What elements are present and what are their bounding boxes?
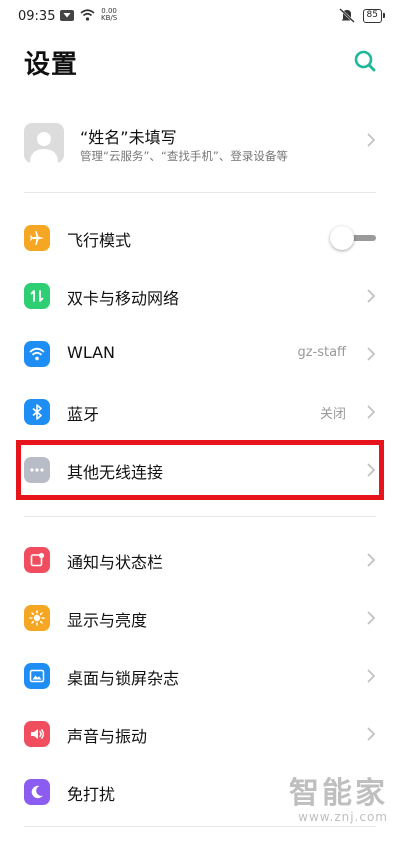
search-button[interactable]	[352, 48, 378, 74]
avatar	[24, 123, 64, 163]
wallpaper-icon	[24, 663, 50, 689]
chevron-right-icon	[367, 133, 376, 147]
moon-icon	[24, 779, 50, 805]
settings-item-airplane[interactable]: 飞行模式	[0, 210, 400, 266]
settings-item-label: WLAN	[67, 343, 116, 362]
settings-item-sim[interactable]: 双卡与移动网络	[0, 268, 400, 324]
chevron-right-icon	[367, 553, 376, 567]
bluetooth-status: 关闭	[319, 407, 346, 422]
airplane-mode-toggle[interactable]	[330, 226, 376, 250]
notification-icon	[60, 9, 74, 21]
profile-subtitle: 管理“云服务”、“查找手机”、登录设备等	[80, 149, 288, 163]
settings-item-label: 声音与振动	[67, 727, 148, 746]
settings-item-label: 显示与亮度	[67, 611, 148, 630]
page-title: 设置	[24, 50, 79, 80]
brightness-icon	[24, 605, 50, 631]
settings-item-label: 双卡与移动网络	[67, 289, 180, 308]
notification-bar-icon	[24, 547, 50, 573]
chevron-right-icon	[367, 289, 376, 303]
status-time: 09:35	[18, 9, 56, 24]
settings-item-notification[interactable]: 通知与状态栏	[0, 532, 400, 588]
user-placeholder-icon	[30, 132, 58, 163]
wlan-network-name: gz-staff	[297, 345, 346, 360]
settings-item-wlan[interactable]: WLAN gz-staff	[0, 326, 400, 382]
highlight-box	[16, 440, 384, 500]
bluetooth-icon	[24, 399, 50, 425]
search-icon	[354, 50, 376, 72]
divider	[24, 826, 376, 827]
sound-icon	[24, 721, 50, 747]
account-profile-row[interactable]: “姓名”未填写 管理“云服务”、“查找手机”、登录设备等	[0, 112, 400, 176]
divider	[24, 516, 376, 517]
chevron-right-icon	[367, 727, 376, 741]
settings-item-label: 蓝牙	[67, 405, 100, 424]
sim-network-icon	[24, 283, 50, 309]
network-speed: 0.00 KB/S	[101, 7, 118, 22]
battery-icon: 85	[362, 8, 386, 23]
status-bar: 09:35 0.00 KB/S 85	[0, 0, 400, 32]
settings-item-sound[interactable]: 声音与振动	[0, 706, 400, 762]
settings-item-label: 免打扰	[67, 785, 116, 804]
mute-icon	[338, 8, 355, 23]
airplane-icon	[24, 225, 50, 251]
watermark-url: www.znj.com	[298, 810, 388, 824]
settings-item-label: 通知与状态栏	[67, 553, 164, 572]
settings-item-desktop[interactable]: 桌面与锁屏杂志	[0, 648, 400, 704]
watermark-logo-text: 智能家	[289, 776, 388, 811]
divider	[24, 192, 376, 193]
settings-item-label: 桌面与锁屏杂志	[67, 669, 180, 688]
watermark: 智能家 www.znj.com	[289, 776, 388, 825]
wifi-icon	[80, 9, 95, 21]
wifi-icon	[24, 341, 50, 367]
chevron-right-icon	[367, 347, 376, 361]
chevron-right-icon	[367, 611, 376, 625]
chevron-right-icon	[367, 405, 376, 419]
settings-item-display[interactable]: 显示与亮度	[0, 590, 400, 646]
settings-item-bluetooth[interactable]: 蓝牙 关闭	[0, 384, 400, 440]
chevron-right-icon	[367, 669, 376, 683]
profile-name: “姓名”未填写	[80, 128, 177, 147]
settings-item-label: 飞行模式	[67, 231, 132, 250]
